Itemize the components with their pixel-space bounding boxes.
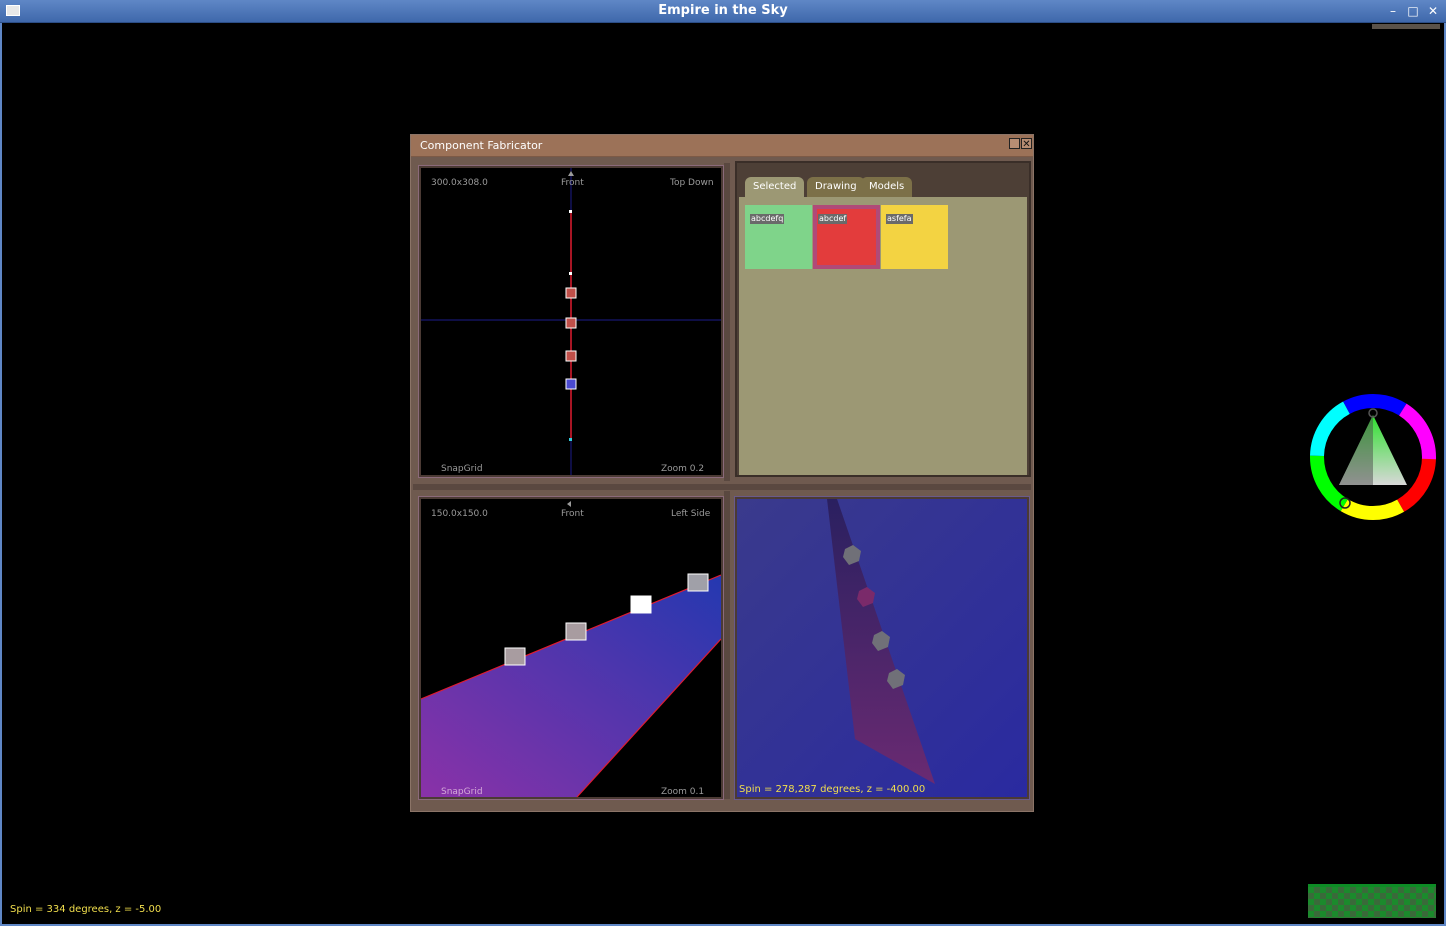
component-fabricator-window: Component Fabricator ✕ 300.0x308.0 Front… bbox=[410, 134, 1034, 812]
close-icon[interactable]: ✕ bbox=[1021, 138, 1032, 150]
component-swatch-selected[interactable]: abcdef bbox=[813, 205, 880, 269]
view-orientation: Front bbox=[561, 178, 584, 188]
component-swatch[interactable]: abcdefq bbox=[745, 205, 812, 269]
swatch-label: abcdefq bbox=[750, 214, 785, 224]
vertex-handle[interactable] bbox=[569, 438, 572, 441]
left-side-canvas[interactable] bbox=[421, 499, 721, 797]
view-dimensions: 300.0x308.0 bbox=[431, 178, 488, 188]
window-title: Empire in the Sky bbox=[658, 3, 788, 18]
tab-content: abcdefq abcdef asfefa bbox=[739, 197, 1027, 475]
component-marker[interactable] bbox=[565, 287, 577, 299]
maximize-icon[interactable]: □ bbox=[1406, 4, 1420, 18]
3d-preview-viewport[interactable]: Spin = 278,287 degrees, z = -400.00 bbox=[734, 496, 1030, 800]
3d-spin-status: Spin = 278,287 degrees, z = -400.00 bbox=[739, 784, 926, 795]
zoom-level: Zoom 0.1 bbox=[661, 787, 705, 797]
top-down-canvas[interactable] bbox=[421, 168, 721, 475]
fabricator-titlebar[interactable]: Component Fabricator ✕ bbox=[411, 135, 1033, 157]
top-down-viewport[interactable]: 300.0x308.0 Front Top Down SnapGrid Zoom… bbox=[418, 165, 724, 478]
horizontal-splitter[interactable] bbox=[413, 484, 1031, 490]
component-swatch[interactable]: asfefa bbox=[881, 205, 948, 269]
minimize-icon[interactable]: – bbox=[1386, 4, 1400, 18]
snap-grid-toggle[interactable]: SnapGrid bbox=[441, 464, 483, 474]
vertical-splitter[interactable] bbox=[724, 163, 730, 481]
maximize-icon[interactable] bbox=[1009, 138, 1020, 149]
view-dimensions: 150.0x150.0 bbox=[431, 509, 488, 519]
checkerboard-indicator bbox=[1308, 884, 1436, 918]
component-marker[interactable] bbox=[504, 647, 526, 666]
color-wheel-picker[interactable] bbox=[1309, 393, 1439, 523]
zoom-level: Zoom 0.2 bbox=[661, 464, 705, 474]
fabricator-title: Component Fabricator bbox=[420, 139, 543, 152]
os-titlebar: Empire in the Sky – □ ✕ bbox=[0, 0, 1446, 23]
tab-drawing[interactable]: Drawing bbox=[807, 177, 865, 197]
close-icon[interactable]: ✕ bbox=[1426, 4, 1440, 18]
view-name: Left Side bbox=[671, 509, 711, 519]
tab-models[interactable]: Models bbox=[861, 177, 913, 197]
tab-selected[interactable]: Selected bbox=[745, 177, 805, 197]
component-marker[interactable] bbox=[565, 317, 577, 329]
component-marker[interactable] bbox=[565, 622, 587, 641]
component-marker[interactable] bbox=[565, 350, 577, 362]
global-spin-status: Spin = 334 degrees, z = -5.00 bbox=[10, 904, 162, 915]
vertical-splitter[interactable] bbox=[724, 491, 730, 799]
3d-preview-canvas[interactable] bbox=[737, 499, 1027, 797]
component-marker[interactable] bbox=[565, 378, 577, 390]
snap-grid-toggle[interactable]: SnapGrid bbox=[441, 787, 483, 797]
vertex-handle[interactable] bbox=[569, 210, 572, 213]
view-name: Top Down bbox=[670, 178, 714, 188]
corner-indicator bbox=[1372, 24, 1440, 29]
vertex-handle[interactable] bbox=[569, 272, 572, 275]
component-marker[interactable] bbox=[687, 573, 709, 592]
swatch-label: asfefa bbox=[886, 214, 913, 224]
component-marker[interactable] bbox=[630, 595, 652, 614]
view-orientation: Front bbox=[561, 509, 584, 519]
left-side-viewport[interactable]: 150.0x150.0 Front Left Side SnapGrid Zoo… bbox=[418, 496, 724, 800]
swatch-label: abcdef bbox=[818, 214, 848, 224]
component-tabs-panel: Selected Drawing Models abcdefq abcdef a… bbox=[735, 161, 1031, 477]
